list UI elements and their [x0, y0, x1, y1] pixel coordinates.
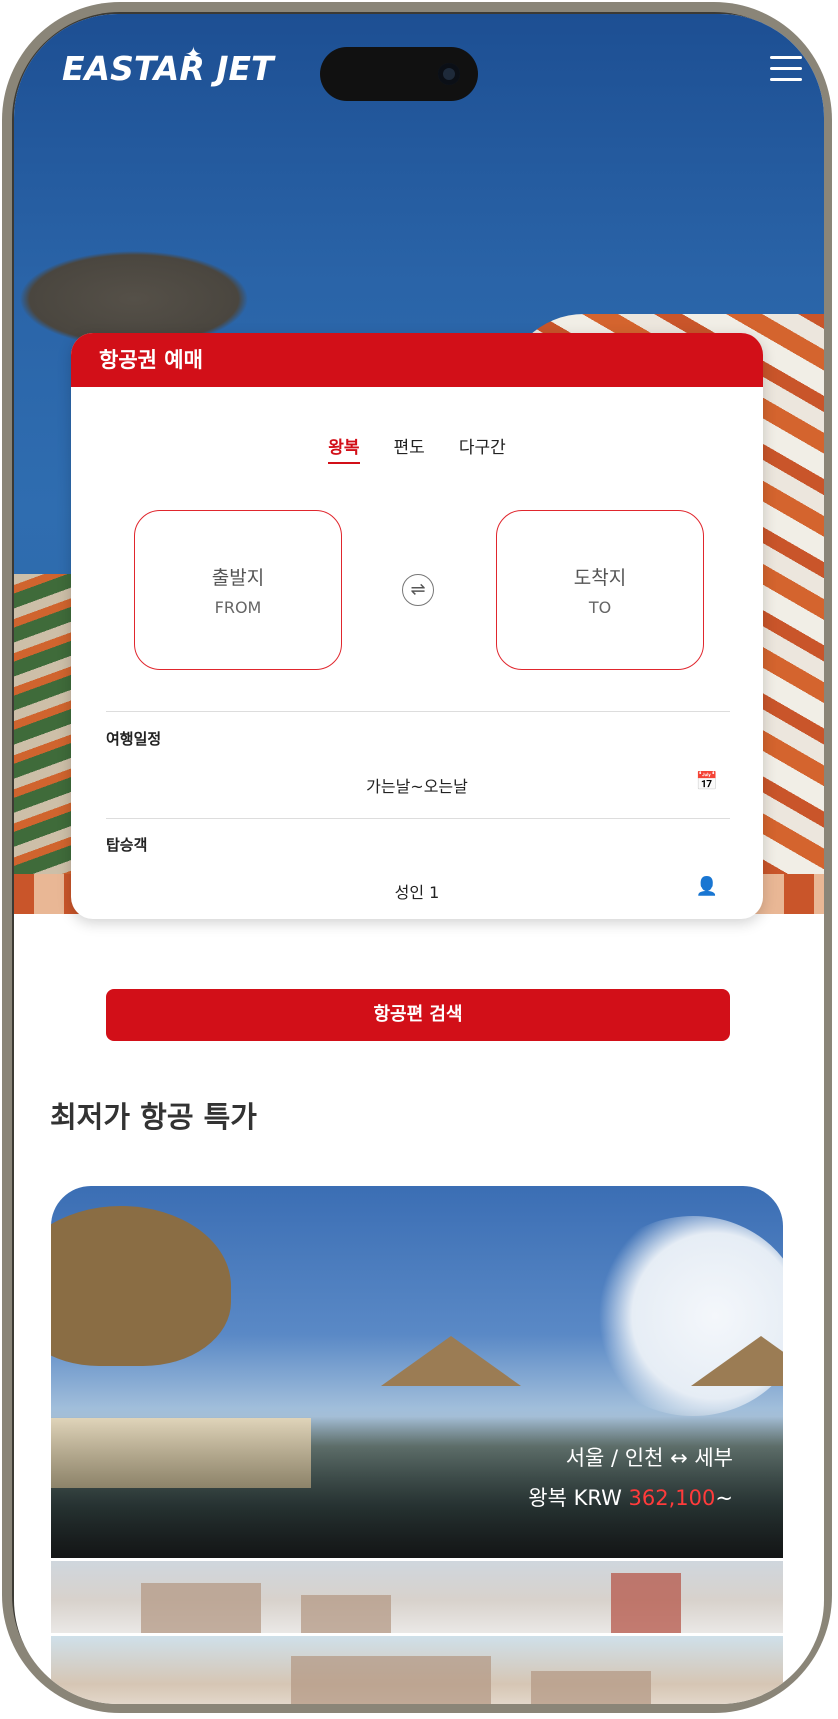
tab-one-way[interactable]: 편도	[394, 433, 425, 464]
dynamic-island	[320, 47, 478, 101]
tab-round-trip[interactable]: 왕복	[328, 433, 360, 464]
departure-label: 출발지	[211, 567, 265, 589]
deal-image-hut-roof	[51, 1206, 231, 1366]
arrival-selector[interactable]: 도착지 TO	[496, 510, 704, 670]
departure-selector[interactable]: 출발지 FROM	[134, 510, 342, 670]
deal-route: 서울 / 인천 ↔ 세부	[565, 1446, 733, 1470]
schedule-label: 여행일정	[106, 730, 162, 748]
arrival-label: 도착지	[573, 567, 627, 589]
deal-card-collapsed[interactable]	[51, 1561, 783, 1633]
thumb-building	[611, 1573, 681, 1633]
hamburger-menu-icon[interactable]	[770, 56, 802, 82]
deals-section-title: 최저가 항공 특가	[50, 1100, 257, 1134]
logo-text: EASTAR JET	[62, 48, 274, 88]
deal-card-collapsed[interactable]	[51, 1636, 783, 1704]
eastar-jet-logo[interactable]: EASTAR JET ✦	[62, 42, 274, 88]
tab-multi-city[interactable]: 다구간	[459, 433, 506, 464]
person-icon[interactable]: 👤	[696, 876, 718, 897]
swap-icon[interactable]: ⇌	[402, 574, 434, 606]
deal-card-cebu[interactable]: 서울 / 인천 ↔ 세부 왕복 KRW 362,100~	[51, 1186, 783, 1558]
schedule-field[interactable]: 가는날~오는날	[71, 773, 763, 797]
camera-icon	[438, 63, 460, 85]
deal-price-amount: 362,100	[628, 1486, 716, 1510]
deal-image-hut	[381, 1336, 521, 1386]
deal-image-hut	[691, 1336, 783, 1386]
calendar-icon[interactable]: 📅	[696, 771, 718, 792]
flight-search-button[interactable]: 항공편 검색	[106, 989, 730, 1041]
trip-type-tabs: 왕복 편도 다구간	[71, 433, 763, 464]
deal-price-prefix: 왕복 KRW	[528, 1486, 629, 1510]
booking-card: 항공권 예매 왕복 편도 다구간 출발지 FROM ⇌ 도착지 TO 여행일정 …	[71, 333, 763, 919]
booking-card-title: 항공권 예매	[71, 333, 763, 387]
thumb-building	[531, 1671, 651, 1704]
passenger-field[interactable]: 성인 1	[71, 879, 763, 903]
arrival-label-en: TO	[588, 598, 612, 617]
deal-image-cloud	[583, 1216, 783, 1416]
deal-price: 왕복 KRW 362,100~	[528, 1482, 733, 1512]
divider	[106, 818, 730, 819]
phone-frame: EASTAR JET ✦ 항공권 예매 왕복 편도 다구간 출발지 FROM ⇌…	[0, 0, 838, 1719]
deal-price-suffix: ~	[715, 1486, 733, 1510]
divider	[106, 711, 730, 712]
passenger-label: 탑승객	[106, 836, 148, 854]
thumb-building	[141, 1583, 261, 1633]
departure-label-en: FROM	[214, 598, 262, 617]
thumb-building	[301, 1595, 391, 1633]
logo-star-icon: ✦	[185, 42, 202, 66]
thumb-building	[291, 1656, 491, 1704]
screen: EASTAR JET ✦ 항공권 예매 왕복 편도 다구간 출발지 FROM ⇌…	[14, 14, 824, 1704]
